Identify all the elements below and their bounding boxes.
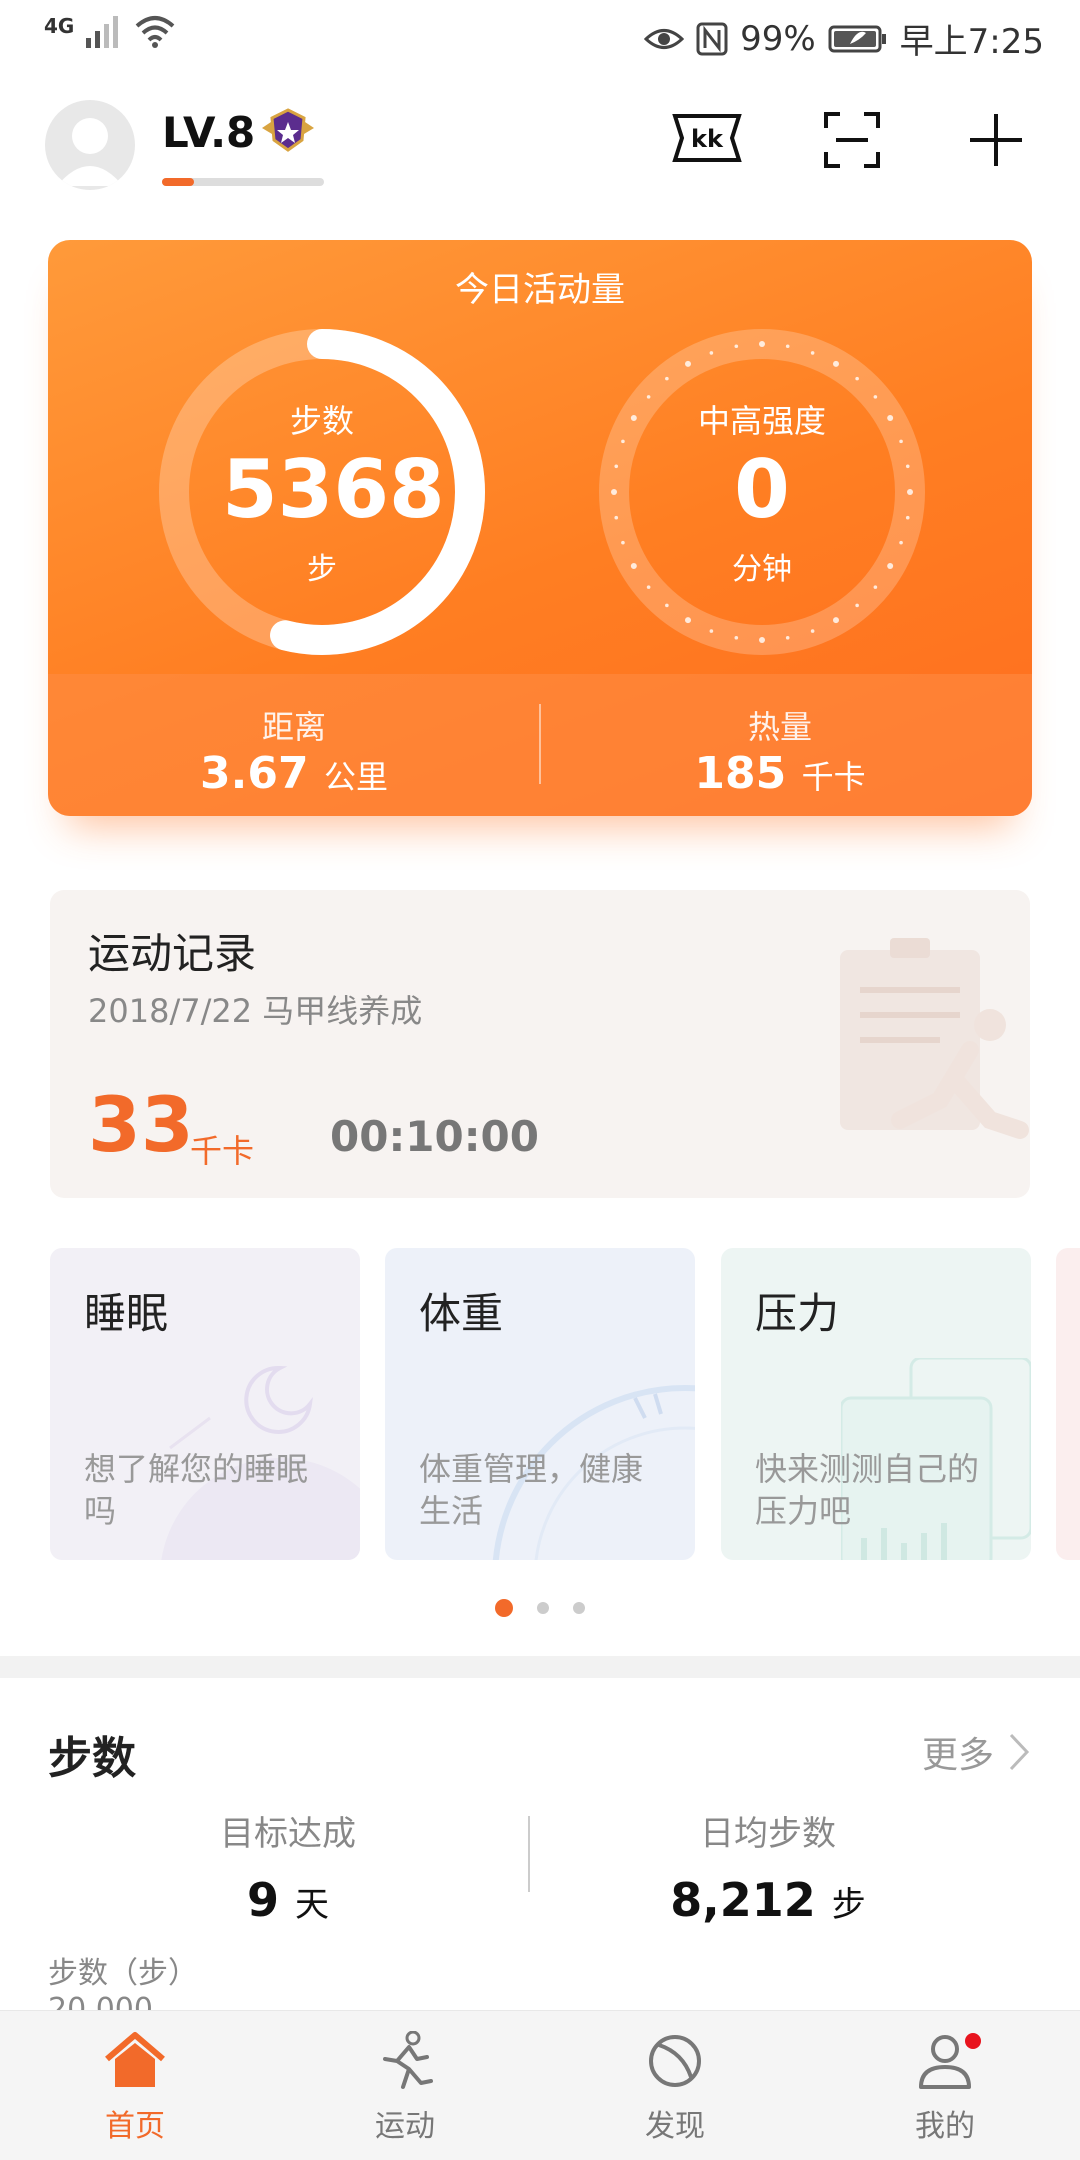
steps-label: 步数 [289, 402, 354, 440]
nav-profile[interactable]: 我的 [845, 2031, 1045, 2145]
add-icon[interactable] [966, 110, 1026, 170]
steps-stat-divider [528, 1816, 530, 1892]
section-separator [0, 1656, 1080, 1678]
home-icon [105, 2032, 165, 2087]
stress-title: 压力 [755, 1289, 840, 1338]
steps-section-title: 步数 [48, 1733, 136, 1784]
goal-achieved-stat: 目标达成 9 天 [108, 1806, 468, 1927]
calories-value: 185 [694, 748, 787, 799]
sleep-title: 睡眠 [84, 1289, 169, 1338]
eye-comfort-icon [644, 28, 685, 49]
nfc-icon [696, 22, 728, 55]
level-badge-icon[interactable] [258, 106, 318, 154]
sleep-tile[interactable]: 睡眠 想了解您的睡眠吗 [50, 1248, 360, 1560]
calories-label: 热量 [747, 708, 812, 746]
calories-unit: 千卡 [801, 758, 866, 796]
daily-activity-card[interactable]: 今日活动量 步数 5368 步 中高强度 0 分钟 距离 3.67 公里 热量 … [48, 240, 1032, 816]
nav-discover[interactable]: 发现 [575, 2031, 775, 2145]
record-title: 运动记录 [88, 929, 257, 978]
battery-percent: 99% [740, 18, 816, 59]
running-icon [383, 2030, 433, 2089]
distance-label: 距离 [261, 708, 326, 746]
pager-dot[interactable] [573, 1602, 585, 1614]
sleep-desc: 想了解您的睡眠吗 [84, 1450, 309, 1530]
top-header: LV.8 kk [0, 90, 1080, 200]
stress-tile[interactable]: 压力 快来测测自己的压力吧 [721, 1248, 1031, 1560]
stat-divider [539, 704, 541, 784]
notification-badge [965, 2033, 981, 2049]
scan-icon[interactable] [822, 110, 882, 170]
steps-summary: 步数 5368 步 [222, 396, 445, 588]
weight-desc: 体重管理，健康生活 [419, 1450, 644, 1530]
goal-label: 目标达成 [220, 1814, 356, 1854]
wifi-icon [136, 16, 175, 48]
card-title: 今日活动量 [455, 270, 625, 310]
carousel-pager [0, 1598, 1080, 1618]
goal-value: 9 [246, 1873, 279, 1927]
intensity-value: 0 [734, 443, 790, 536]
clipboard-runner-illustration [840, 938, 1029, 1139]
chevron-right-icon [1009, 1733, 1030, 1771]
next-tile-peek[interactable] [1056, 1248, 1080, 1560]
battery-icon [828, 25, 886, 52]
avg-steps-stat: 日均步数 8,212 步 [588, 1806, 948, 1927]
avg-unit: 步 [831, 1885, 866, 1925]
record-calories-unit: 千卡 [190, 1132, 255, 1170]
distance-value: 3.67 [200, 748, 309, 799]
kk-card-icon[interactable]: kk [672, 110, 742, 166]
nav-home[interactable]: 首页 [35, 2031, 235, 2145]
clock: 早上7:25 [899, 22, 1044, 62]
nav-discover-label: 发现 [645, 2109, 705, 2144]
more-link[interactable]: 更多 [922, 1726, 1030, 1778]
pager-dot[interactable] [495, 1599, 513, 1617]
goal-unit: 天 [295, 1885, 330, 1925]
network-type: 4G [44, 14, 75, 38]
stress-desc: 快来测测自己的压力吧 [755, 1450, 980, 1530]
distance-stat: 距离 3.67 公里 [144, 702, 444, 799]
nav-home-label: 首页 [105, 2109, 165, 2144]
level-progress-bar [162, 178, 324, 186]
status-bar: 4G 99% 早上7:25 [0, 0, 1080, 72]
record-duration: 00:10:00 [330, 1112, 539, 1161]
pager-dot[interactable] [537, 1602, 549, 1614]
weight-title: 体重 [419, 1289, 504, 1338]
svg-text:kk: kk [691, 125, 724, 153]
calories-stat: 热量 185 千卡 [630, 702, 930, 799]
avatar[interactable] [45, 100, 135, 190]
intensity-label: 中高强度 [697, 402, 826, 440]
record-subtitle: 2018/7/22 马甲线养成 [88, 992, 423, 1030]
chart-axis-label: 步数（步） [48, 1956, 198, 1991]
nav-profile-label: 我的 [915, 2109, 975, 2144]
more-label: 更多 [921, 1735, 994, 1776]
distance-unit: 公里 [323, 758, 388, 796]
steps-unit: 步 [307, 552, 337, 587]
nav-exercise[interactable]: 运动 [305, 2030, 505, 2145]
nav-exercise-label: 运动 [375, 2109, 435, 2144]
avatar-placeholder-icon [57, 118, 123, 186]
steps-value: 5368 [222, 443, 445, 536]
weight-tile[interactable]: 体重 体重管理，健康生活 [385, 1248, 695, 1560]
workout-record-card[interactable]: 运动记录 2018/7/22 马甲线养成 33 千卡 00:10:00 [50, 890, 1030, 1198]
avg-value: 8,212 [670, 1873, 816, 1927]
intensity-unit: 分钟 [732, 552, 792, 587]
signal-icon [86, 16, 119, 48]
discover-icon [649, 2035, 701, 2087]
avg-label: 日均步数 [700, 1814, 836, 1854]
intensity-summary: 中高强度 0 分钟 [662, 396, 862, 588]
level-label[interactable]: LV.8 [162, 108, 255, 157]
bottom-nav: 首页 运动 发现 我的 [0, 2010, 1080, 2160]
record-calories: 33 [88, 1080, 194, 1169]
